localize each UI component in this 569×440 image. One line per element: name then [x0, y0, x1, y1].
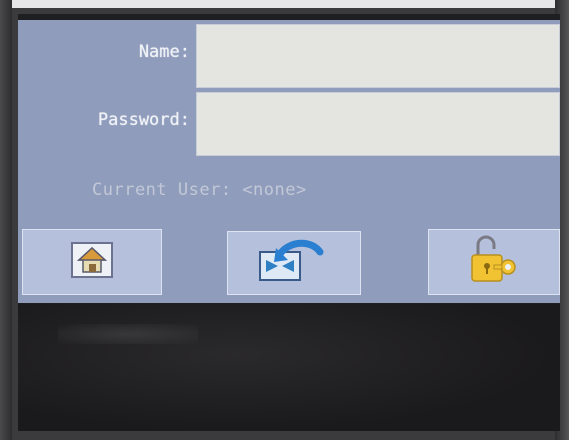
padlock-key-icon — [462, 235, 526, 289]
home-icon — [71, 242, 113, 282]
current-user-value: <none> — [242, 180, 307, 200]
home-button[interactable] — [22, 229, 162, 295]
bezel-left — [0, 0, 12, 440]
screen-reflection — [58, 324, 198, 344]
name-field[interactable] — [196, 24, 560, 88]
password-field[interactable] — [196, 92, 560, 156]
current-user-status: Current User: <none> — [92, 180, 307, 200]
exit-return-icon — [256, 238, 332, 288]
password-label: Password: — [97, 110, 190, 130]
exit-button[interactable] — [227, 231, 361, 295]
lock-button[interactable] — [428, 229, 560, 295]
name-label: Name: — [138, 42, 190, 62]
login-panel: Name: Password: Current User: <none> — [18, 20, 560, 303]
bezel-top — [0, 0, 569, 8]
current-user-label: Current User: — [92, 180, 232, 200]
hmi-screen: Name: Password: Current User: <none> — [18, 14, 560, 431]
